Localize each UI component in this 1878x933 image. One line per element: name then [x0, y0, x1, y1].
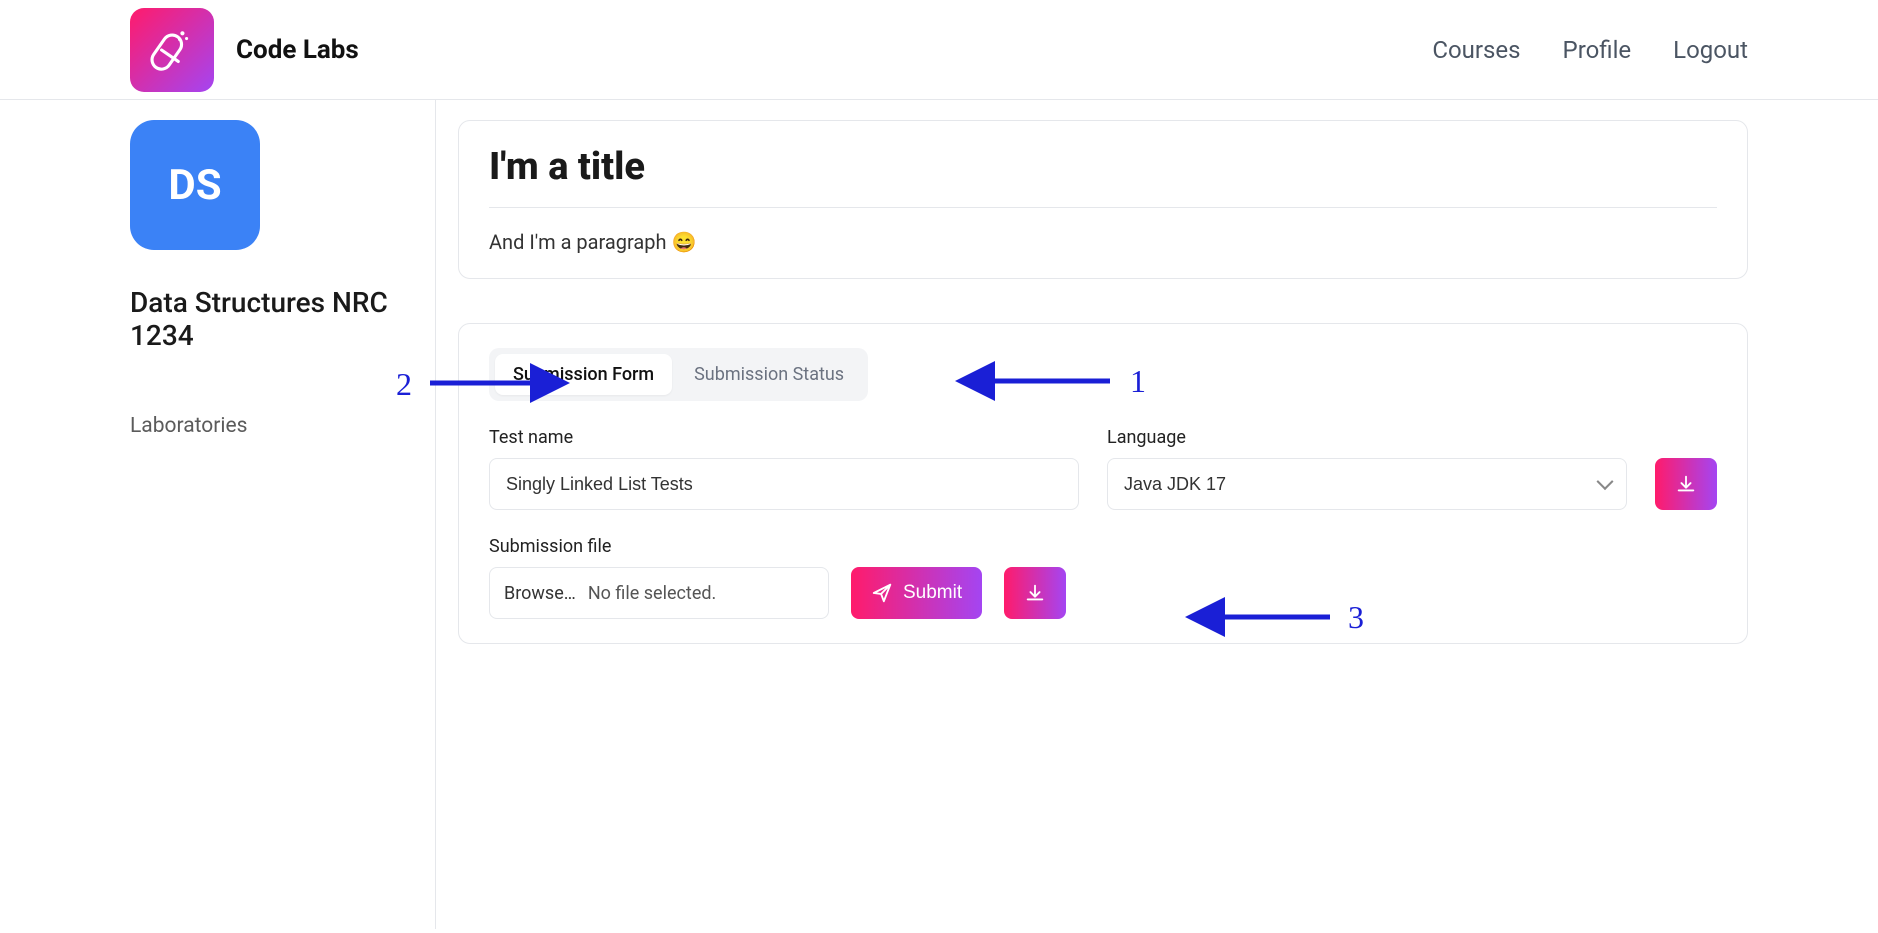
- brand: Code Labs: [130, 8, 359, 92]
- submission-tabs: Submission Form Submission Status: [489, 348, 868, 401]
- content-title: I'm a title: [489, 145, 1717, 189]
- brand-logo: [130, 8, 214, 92]
- app-header: Code Labs Courses Profile Logout: [0, 0, 1878, 100]
- flask-icon: [147, 25, 197, 75]
- nav-link-logout[interactable]: Logout: [1673, 36, 1748, 64]
- course-name: Data Structures NRC 1234: [130, 286, 435, 352]
- test-name-label: Test name: [489, 427, 1079, 448]
- language-label: Language: [1107, 427, 1627, 448]
- file-status: No file selected.: [588, 583, 716, 604]
- page-layout: DS Data Structures NRC 1234 Laboratories…: [0, 100, 1878, 929]
- course-avatar: DS: [130, 120, 260, 250]
- download-lang-button[interactable]: [1655, 458, 1717, 510]
- field-test-name: Test name: [489, 427, 1079, 510]
- sidebar-item-laboratories[interactable]: Laboratories: [130, 414, 435, 438]
- file-input[interactable]: Browse… No file selected.: [489, 567, 829, 619]
- main-content: I'm a title And I'm a paragraph 😄 Submis…: [436, 100, 1748, 929]
- download-icon: [1024, 582, 1046, 604]
- language-select-wrap: [1107, 458, 1627, 510]
- course-initials: DS: [168, 161, 221, 210]
- language-select[interactable]: [1107, 458, 1627, 510]
- content-paragraph: And I'm a paragraph 😄: [489, 230, 1717, 254]
- submission-file-label: Submission file: [489, 536, 1717, 557]
- form-row-1: Test name Language: [489, 427, 1717, 510]
- field-language: Language: [1107, 427, 1627, 510]
- send-icon: [871, 582, 893, 604]
- form-row-2: Browse… No file selected. Submit: [489, 567, 1717, 619]
- file-browse-label: Browse…: [504, 583, 576, 604]
- nav-link-profile[interactable]: Profile: [1563, 36, 1632, 64]
- brand-name: Code Labs: [236, 35, 359, 65]
- download-icon: [1675, 473, 1697, 495]
- tab-submission-form[interactable]: Submission Form: [495, 354, 672, 395]
- test-name-input[interactable]: [489, 458, 1079, 510]
- submission-card: Submission Form Submission Status Test n…: [458, 323, 1748, 644]
- divider: [489, 207, 1717, 208]
- tab-submission-status[interactable]: Submission Status: [676, 354, 862, 395]
- content-card: I'm a title And I'm a paragraph 😄: [458, 120, 1748, 279]
- submit-label: Submit: [903, 582, 962, 604]
- sidebar: DS Data Structures NRC 1234 Laboratories: [130, 100, 436, 929]
- submit-button[interactable]: Submit: [851, 567, 982, 619]
- top-nav: Courses Profile Logout: [1432, 36, 1748, 64]
- download-template-button[interactable]: [1004, 567, 1066, 619]
- field-submission-file: Submission file Browse… No file selected…: [489, 536, 1717, 619]
- nav-link-courses[interactable]: Courses: [1432, 36, 1520, 64]
